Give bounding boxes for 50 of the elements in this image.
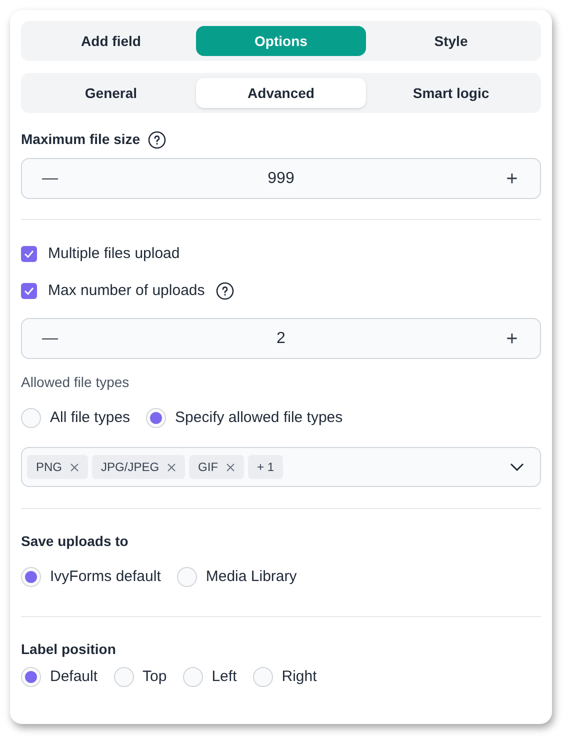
radio-label: Specify allowed file types: [175, 408, 343, 428]
check-icon: [24, 250, 34, 258]
tab[interactable]: General: [26, 78, 196, 108]
decrement-button[interactable]: —: [38, 166, 62, 190]
tab[interactable]: Add field: [26, 26, 196, 56]
radio-button[interactable]: [21, 408, 41, 428]
increment-button[interactable]: +: [500, 164, 524, 194]
radio-button[interactable]: [252, 667, 273, 687]
tab[interactable]: Advanced: [196, 78, 366, 108]
section-label: Label position: [21, 640, 117, 659]
radio-label: IvyForms default: [50, 567, 161, 587]
field-label: Maximum file size: [21, 130, 140, 149]
number-stepper[interactable]: — 2 +: [21, 318, 541, 359]
section-label: Save uploads to: [21, 532, 130, 551]
radio-label: All file types: [50, 408, 130, 428]
number-stepper[interactable]: — 999 +: [21, 158, 541, 199]
radio-label: Default: [50, 667, 98, 687]
radio-button[interactable]: [146, 408, 166, 428]
checkbox-label: Max number of uploads: [48, 280, 205, 301]
radio-button[interactable]: [114, 667, 134, 687]
checkbox-label: Multiple files upload: [48, 244, 180, 264]
chevron-down-icon[interactable]: [510, 463, 524, 471]
tag-label: JPG/JPEG: [101, 459, 160, 476]
decrement-button[interactable]: —: [38, 326, 62, 350]
tag-label: + 1: [257, 459, 274, 476]
radio-button[interactable]: [21, 667, 41, 687]
check-icon: [24, 287, 34, 295]
section-label: Allowed file types: [21, 373, 130, 392]
help-icon[interactable]: [148, 130, 166, 148]
help-icon[interactable]: [216, 282, 234, 300]
radio-label: Left: [212, 667, 237, 687]
radio-button[interactable]: [176, 567, 197, 587]
radio-button[interactable]: [182, 667, 203, 687]
tab[interactable]: Style: [366, 26, 536, 56]
checkbox[interactable]: [21, 283, 37, 299]
increment-button[interactable]: +: [500, 324, 524, 354]
close-icon[interactable]: [226, 462, 236, 472]
radio-button[interactable]: [21, 567, 41, 587]
radio-label: Top: [142, 667, 167, 687]
radio-label: Media Library: [206, 567, 297, 587]
tag-label: PNG: [36, 459, 62, 476]
stepper-value: 999: [266, 168, 296, 188]
tag-label: GIF: [198, 459, 218, 476]
radio-label: Right: [282, 667, 317, 687]
close-icon[interactable]: [70, 462, 80, 472]
file-type-select[interactable]: PNG JPG/JPEG GIF + 1: [21, 447, 541, 487]
checkbox[interactable]: [21, 246, 37, 262]
close-icon[interactable]: [167, 462, 176, 472]
stepper-value: 2: [276, 328, 286, 348]
tab[interactable]: Smart logic: [366, 78, 536, 108]
